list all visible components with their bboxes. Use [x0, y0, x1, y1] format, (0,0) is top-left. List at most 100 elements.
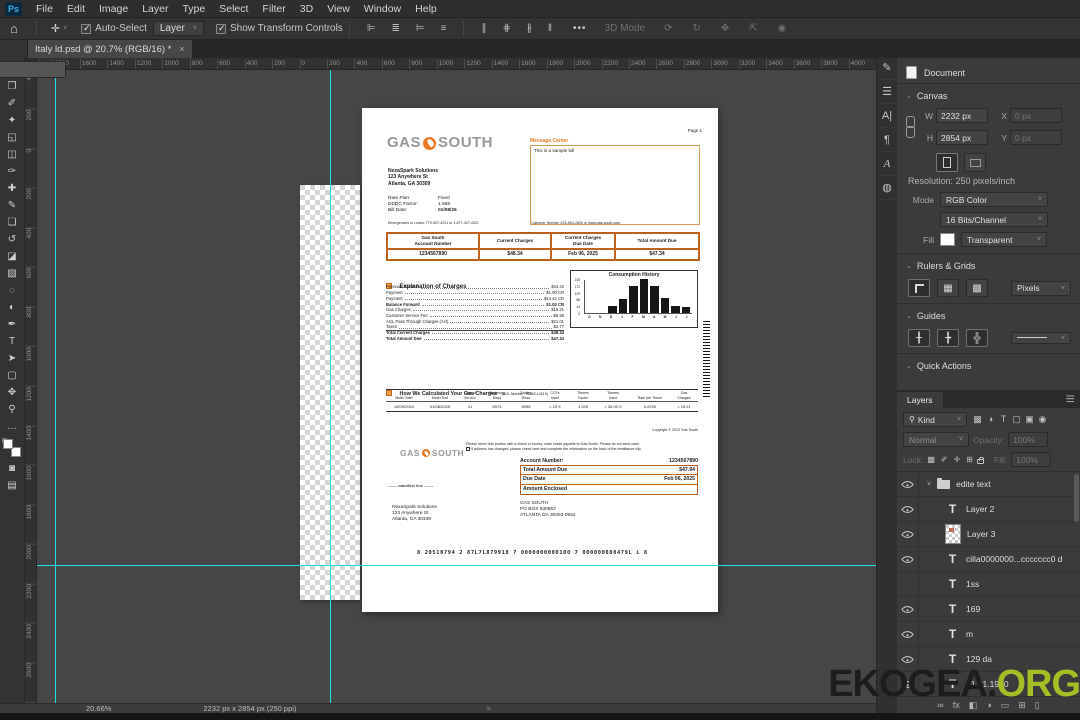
home-icon[interactable]: ⌂	[0, 21, 30, 36]
canvas-area[interactable]: Page 1 GAS SOUTH NexaSpark Solutions 123…	[37, 70, 876, 703]
orientation-portrait-button[interactable]	[936, 153, 958, 172]
brush-tool[interactable]: ✎	[2, 197, 23, 214]
toggle-smart-guides-button[interactable]: ╊	[937, 329, 959, 347]
layer-row[interactable]: T 169	[897, 597, 1080, 622]
menu-image[interactable]: Image	[92, 0, 135, 18]
close-icon[interactable]: ×	[179, 44, 184, 54]
show-transform-checkbox[interactable]	[215, 23, 226, 34]
visibility-toggle[interactable]	[897, 597, 919, 621]
document-tab[interactable]: Italy ld.psd @ 20.7% (RGB/16) * ×	[28, 40, 192, 58]
crop-tool[interactable]: ◱	[2, 129, 23, 146]
brush-settings-panel-icon[interactable]: ☰	[877, 80, 897, 104]
mode-select[interactable]: RGB Color ˅	[940, 192, 1048, 207]
layer-filter-icon[interactable]: ▢	[1010, 414, 1023, 425]
lock-option-icon[interactable]: ✛	[954, 455, 961, 464]
visibility-toggle[interactable]	[897, 622, 919, 646]
more-options-icon[interactable]: •••	[563, 23, 597, 34]
visibility-toggle[interactable]	[897, 472, 919, 496]
auto-select-target-dropdown[interactable]: Layer ˅	[152, 21, 204, 36]
edit-guides-button[interactable]: ╬	[966, 329, 988, 347]
guide-vertical[interactable]	[330, 70, 331, 703]
distribute-icon[interactable]: ⋕	[497, 23, 515, 34]
shape-tool[interactable]: ▢	[2, 367, 23, 384]
paragraph-panel-icon[interactable]: ¶	[877, 128, 897, 152]
width-field[interactable]: 2232 px	[936, 108, 988, 123]
lock-option-icon[interactable]: ✐	[941, 455, 948, 464]
units-select[interactable]: Pixels ˅	[1011, 280, 1071, 296]
lock-option-icon[interactable]: ⊞	[966, 455, 973, 464]
eyedropper-tool[interactable]: ✑	[2, 163, 23, 180]
history-brush-tool[interactable]: ↺	[2, 231, 23, 248]
visibility-toggle[interactable]	[897, 572, 919, 596]
gradient-tool[interactable]: ▨	[2, 265, 23, 282]
layers-tab[interactable]: Layers	[897, 392, 943, 408]
section-rulers-grids[interactable]: ⌄ Rulers & Grids	[906, 256, 1071, 276]
layer-filter-icon[interactable]: ◑	[984, 414, 997, 425]
auto-select-checkbox[interactable]	[81, 23, 92, 34]
screen-mode-button[interactable]: ▤	[2, 477, 23, 494]
visibility-toggle[interactable]	[897, 522, 919, 546]
align-icon[interactable]: ⊨	[411, 23, 430, 34]
quick-mask-button[interactable]: ◙	[2, 460, 23, 477]
healing-brush-tool[interactable]: ✚	[2, 180, 23, 197]
character-panel-icon[interactable]: A|	[877, 104, 897, 128]
layer-row[interactable]: Layer 3	[897, 522, 1080, 547]
section-canvas[interactable]: ⌄ Canvas	[906, 86, 1071, 106]
hand-tool[interactable]: ✥	[2, 384, 23, 401]
menu-help[interactable]: Help	[408, 0, 444, 18]
lock-all-icon[interactable]	[977, 456, 984, 464]
move-tool[interactable]: ✛	[0, 61, 66, 78]
toggle-rulers-button[interactable]	[908, 279, 930, 297]
section-guides[interactable]: ⌄ Guides	[906, 306, 1071, 326]
zoom-tool[interactable]: ⚲	[2, 401, 23, 418]
layer-filter-icon[interactable]: ▩	[971, 414, 984, 425]
path-selection-tool[interactable]: ➤	[2, 350, 23, 367]
zoom-level-field[interactable]: 20.66%	[86, 704, 111, 713]
layer-filter-icon[interactable]: T	[997, 414, 1010, 425]
toggle-guides-button[interactable]: ╂	[908, 329, 930, 347]
guide-style-select[interactable]: ˅	[1011, 332, 1071, 344]
layer-thumbnail[interactable]	[945, 524, 961, 544]
move-tool-icon[interactable]: ✛	[43, 22, 62, 35]
menu-3d[interactable]: 3D	[293, 0, 320, 18]
libraries-panel-icon[interactable]: ◍	[877, 176, 897, 200]
menu-window[interactable]: Window	[357, 0, 408, 18]
layers-scrollbar[interactable]	[1074, 474, 1079, 522]
layer-row[interactable]: T Layer 2	[897, 497, 1080, 522]
align-icon[interactable]: ≡	[436, 23, 452, 34]
menu-edit[interactable]: Edit	[60, 0, 92, 18]
align-icon[interactable]: ≣	[387, 23, 405, 34]
height-field[interactable]: 2854 px	[936, 130, 988, 145]
layer-row[interactable]: Tcilla0000000...ccccccc0 d	[897, 547, 1080, 572]
lock-option-icon[interactable]: ▩	[927, 455, 935, 464]
toggle-pixel-grid-button[interactable]: ▩	[966, 279, 988, 297]
layer-row[interactable]: Tm	[897, 622, 1080, 647]
status-chevron-icon[interactable]: >	[486, 704, 490, 713]
frame-tool[interactable]: ◫	[2, 146, 23, 163]
color-swatches[interactable]	[2, 438, 21, 457]
distribute-icon[interactable]: ‖	[543, 23, 557, 34]
guide-horizontal[interactable]	[37, 565, 876, 566]
layer-filter-select[interactable]: ⚲ Kind ˅	[903, 412, 967, 427]
link-dimensions-icon[interactable]	[906, 115, 915, 138]
menu-layer[interactable]: Layer	[135, 0, 175, 18]
layer-filter-icon[interactable]: ◉	[1036, 414, 1049, 425]
brushes-panel-icon[interactable]: ✎	[877, 56, 897, 80]
type-tool[interactable]: T	[2, 333, 23, 350]
menu-file[interactable]: File	[29, 0, 60, 18]
panel-menu-icon[interactable]: ≡	[1061, 392, 1080, 408]
distribute-icon[interactable]: ∥	[476, 23, 491, 34]
layer-filter-icon[interactable]: ▣	[1023, 414, 1036, 425]
lasso-tool[interactable]: ✐	[2, 95, 23, 112]
layer-row[interactable]: ˅ edite text	[897, 472, 1080, 497]
fill-swatch[interactable]	[940, 233, 955, 246]
pen-tool[interactable]: ✒	[2, 316, 23, 333]
visibility-toggle[interactable]	[897, 497, 919, 521]
layer-row[interactable]: T 1ss	[897, 572, 1080, 597]
glyphs-panel-icon[interactable]: A	[877, 152, 897, 176]
more-tools[interactable]: …	[2, 418, 23, 435]
eraser-tool[interactable]: ◪	[2, 248, 23, 265]
clone-stamp-tool[interactable]: ❏	[2, 214, 23, 231]
fill-select[interactable]: Transparent ˅	[961, 232, 1047, 247]
section-quick-actions[interactable]: ⌄ Quick Actions	[906, 356, 1071, 376]
